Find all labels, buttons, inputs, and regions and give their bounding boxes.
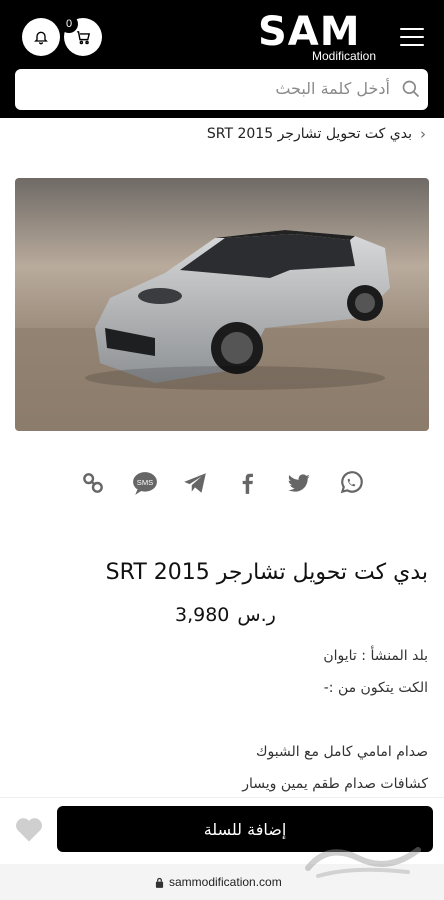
origin-text: بلد المنشأ : تايوان xyxy=(323,648,428,664)
watermark-logo xyxy=(305,847,421,878)
product-title: بدي كت تحويل تشارجر 2015 SRT xyxy=(105,560,428,585)
lock-icon xyxy=(155,877,164,888)
price-value: 3,980 xyxy=(175,604,230,626)
kit-intro-text: الكت يتكون من :- xyxy=(323,680,428,696)
url-display[interactable]: sammodification.com xyxy=(155,875,282,889)
cart-count-badge: 0 xyxy=(60,15,78,33)
facebook-icon[interactable] xyxy=(234,470,260,496)
link-icon[interactable] xyxy=(80,470,106,496)
twitter-icon[interactable] xyxy=(286,470,312,496)
header-bar: SAM Modification 0 أدخل كلمة البحث xyxy=(0,0,444,118)
breadcrumb-current: بدي كت تحويل تشارجر 2015 SRT xyxy=(206,126,412,142)
kit-item: كشافات صدام طقم يمين ويسار xyxy=(242,776,428,792)
product-image[interactable] xyxy=(15,178,429,431)
search-placeholder: أدخل كلمة البحث xyxy=(275,79,390,98)
search-input[interactable]: أدخل كلمة البحث xyxy=(15,69,428,110)
cart-icon xyxy=(76,30,90,44)
site-logo[interactable]: SAM Modification xyxy=(258,9,393,64)
telegram-icon[interactable] xyxy=(182,470,208,496)
chevron-left-icon[interactable]: ‹ xyxy=(420,125,426,143)
url-text: sammodification.com xyxy=(169,875,282,889)
logo-text: SAM xyxy=(258,9,361,55)
notifications-button[interactable] xyxy=(22,18,60,56)
bell-icon xyxy=(34,31,48,45)
price-currency: ر.س xyxy=(237,604,276,626)
sms-icon[interactable]: SMS xyxy=(132,470,158,496)
search-icon[interactable] xyxy=(401,79,421,99)
kit-item: صدام امامي كامل مع الشبوك xyxy=(255,744,428,760)
menu-icon[interactable] xyxy=(400,28,424,48)
logo-subtext: Modification xyxy=(312,49,377,63)
whatsapp-icon[interactable] xyxy=(338,470,364,496)
svg-text:SMS: SMS xyxy=(137,478,153,487)
breadcrumb: ‹ بدي كت تحويل تشارجر 2015 SRT xyxy=(207,125,426,143)
share-icons: SMS xyxy=(80,470,365,498)
heart-icon[interactable] xyxy=(14,815,44,843)
product-price: 3,980 ر.س xyxy=(175,604,276,626)
